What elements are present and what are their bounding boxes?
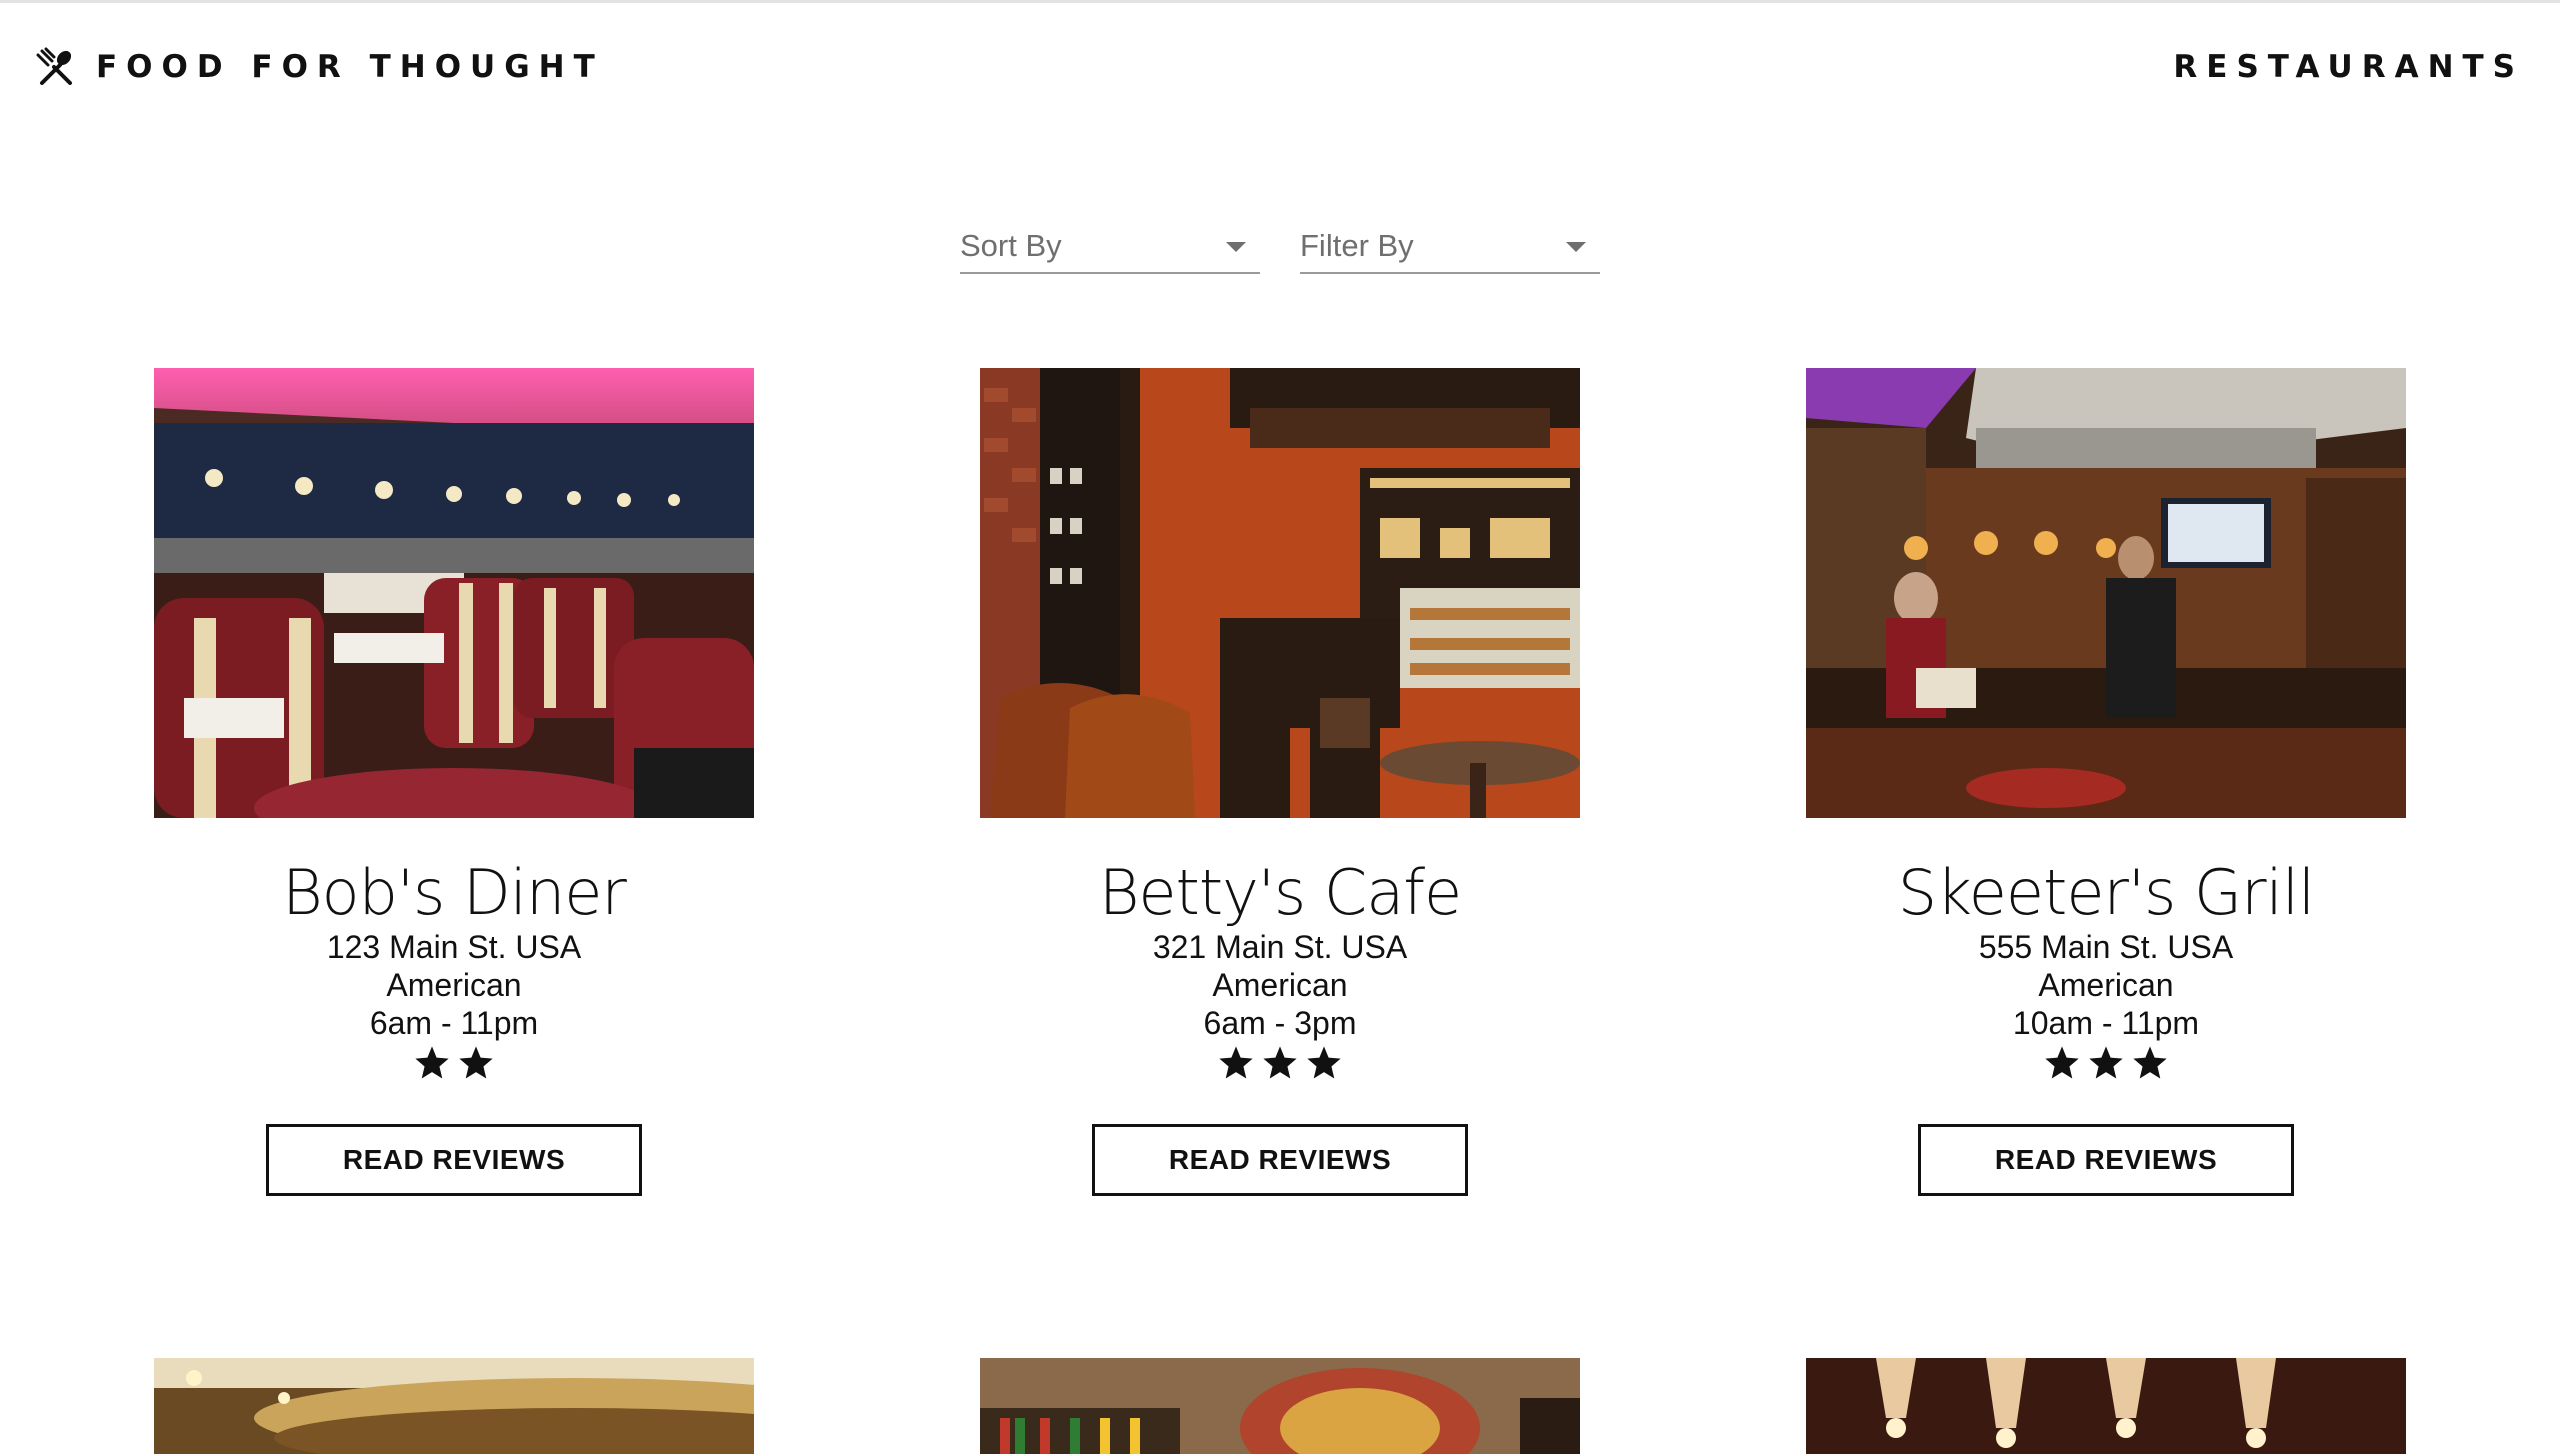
rating-stars bbox=[980, 1044, 1580, 1088]
restaurant-photo[interactable] bbox=[154, 368, 754, 818]
restaurant-card bbox=[980, 1358, 1580, 1454]
restaurant-photo[interactable] bbox=[980, 368, 1580, 818]
read-reviews-button[interactable]: READ REVIEWS bbox=[1092, 1124, 1468, 1196]
rating-stars bbox=[154, 1044, 754, 1088]
restaurant-hours: 6am - 3pm bbox=[1203, 1005, 1357, 1041]
restaurant-photo[interactable] bbox=[980, 1358, 1580, 1454]
restaurant-address: 321 Main St. USA bbox=[1152, 929, 1408, 965]
restaurant-name: Skeeter's Grill bbox=[1897, 856, 2316, 929]
star-icon bbox=[1263, 1046, 1297, 1079]
restaurant-card: Betty's Cafe 321 Main St. USA American 6… bbox=[980, 368, 1580, 1196]
restaurant-name: Bob's Diner bbox=[282, 856, 627, 929]
restaurant-photo[interactable] bbox=[1806, 1358, 2406, 1454]
cafe-interior-image bbox=[980, 368, 1580, 818]
restaurant-photo[interactable] bbox=[1806, 368, 2406, 818]
restaurant-address: 555 Main St. USA bbox=[1978, 929, 2234, 965]
star-icon bbox=[459, 1046, 493, 1079]
restaurant-interior-image bbox=[1806, 1358, 2406, 1454]
restaurant-grid: Bob's Diner 123 Main St. USA American 6a… bbox=[0, 0, 2560, 1454]
restaurant-cuisine: American bbox=[386, 967, 522, 1003]
restaurant-hours: 6am - 11pm bbox=[369, 1005, 539, 1041]
restaurant-cuisine: American bbox=[2038, 967, 2174, 1003]
star-icon bbox=[2089, 1046, 2123, 1079]
read-reviews-button[interactable]: READ REVIEWS bbox=[266, 1124, 642, 1196]
restaurant-name: Betty's Cafe bbox=[1098, 856, 1462, 929]
diner-interior-image bbox=[154, 368, 754, 818]
rating-stars bbox=[1806, 1044, 2406, 1088]
star-icon bbox=[415, 1046, 449, 1079]
restaurant-cuisine: American bbox=[1212, 967, 1348, 1003]
restaurant-address: 123 Main St. USA bbox=[326, 929, 582, 965]
star-icon bbox=[1307, 1046, 1341, 1079]
restaurant-interior-image bbox=[980, 1358, 1580, 1454]
star-icon bbox=[2133, 1046, 2167, 1079]
restaurant-photo[interactable] bbox=[154, 1358, 754, 1454]
restaurant-card: Skeeter's Grill 555 Main St. USA America… bbox=[1806, 368, 2406, 1196]
grill-interior-image bbox=[1806, 368, 2406, 818]
restaurant-card bbox=[154, 1358, 754, 1454]
restaurant-card: Bob's Diner 123 Main St. USA American 6a… bbox=[154, 368, 754, 1196]
restaurant-interior-image bbox=[154, 1358, 754, 1454]
star-icon bbox=[2045, 1046, 2079, 1079]
read-reviews-button[interactable]: READ REVIEWS bbox=[1918, 1124, 2294, 1196]
restaurant-card bbox=[1806, 1358, 2406, 1454]
star-icon bbox=[1219, 1046, 1253, 1079]
restaurant-hours: 10am - 11pm bbox=[2012, 1005, 2200, 1041]
